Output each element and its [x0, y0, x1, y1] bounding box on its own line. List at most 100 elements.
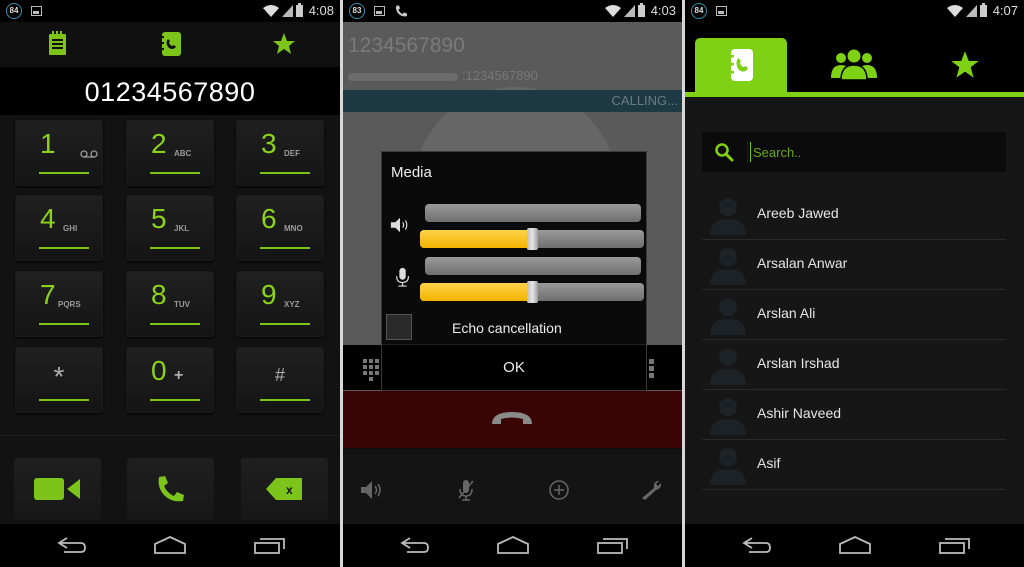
add-call-icon[interactable]	[547, 478, 571, 502]
key-4[interactable]: 4 GHI	[15, 195, 103, 261]
speaker-icon[interactable]	[359, 478, 383, 502]
home-icon[interactable]	[496, 534, 530, 556]
key-letters: +	[174, 367, 184, 384]
ok-button[interactable]: OK	[382, 344, 646, 390]
notification-badge: 84	[691, 3, 707, 19]
recent-apps-icon[interactable]	[253, 534, 287, 556]
voicemail-icon	[80, 150, 98, 158]
in-call-screen: 83 4:03 1234567890 :1234567890 CALLING..…	[343, 0, 682, 567]
key-6[interactable]: 6 MNO	[236, 195, 324, 261]
contact-avatar-icon	[710, 448, 746, 485]
key-1[interactable]: 1	[15, 120, 103, 186]
key-hash[interactable]: #	[236, 347, 324, 413]
key-letters: GHI	[63, 224, 78, 233]
slider-fill	[420, 283, 532, 301]
call-button[interactable]	[127, 458, 214, 520]
backspace-button[interactable]: x	[241, 458, 328, 520]
speaker-level-meter	[425, 204, 641, 222]
key-letters: XYZ	[284, 300, 300, 309]
settings-wrench-icon[interactable]	[640, 478, 664, 502]
contact-list-item[interactable]: Ashir Naveed	[702, 390, 1006, 440]
keypad: 1 2 ABC 3 DEF 4 GHI 5 JKL 6 MNO 7 PQRS 8…	[0, 115, 340, 435]
key-3[interactable]: 3 DEF	[236, 120, 324, 186]
key-digit: 7	[40, 279, 56, 310]
video-call-button[interactable]	[14, 458, 101, 520]
key-9[interactable]: 9 XYZ	[236, 271, 324, 337]
contact-list-item[interactable]: Areeb Jawed	[702, 190, 1006, 240]
mute-mic-icon[interactable]	[454, 478, 478, 502]
key-symbol: #	[274, 365, 285, 385]
key-2[interactable]: 2 ABC	[126, 120, 214, 186]
search-bar	[702, 132, 1006, 172]
favorites-star-icon[interactable]	[949, 49, 981, 81]
svg-text:x: x	[286, 483, 293, 497]
dialed-number-display[interactable]: 01234567890	[0, 67, 340, 115]
key-digit: 6	[261, 203, 277, 234]
key-8[interactable]: 8 TUV	[126, 271, 214, 337]
search-icon[interactable]	[714, 142, 734, 162]
wifi-icon	[604, 4, 621, 17]
call-icon	[158, 476, 184, 502]
key-star[interactable]: *	[15, 347, 103, 413]
key-7[interactable]: 7 PQRS	[15, 271, 103, 337]
contacts-screen: 84 4:07 Search.. Areeb Jawed Arsalan Anw…	[685, 0, 1024, 567]
notification-badge: 83	[349, 3, 365, 19]
contact-list-item[interactable]: Arslan Ali	[702, 290, 1006, 340]
overflow-menu-icon[interactable]	[649, 359, 655, 379]
call-log-icon[interactable]	[44, 30, 72, 58]
wifi-icon	[262, 4, 279, 17]
signal-icon	[965, 4, 977, 17]
contact-list-item[interactable]: Arslan Irshad	[702, 340, 1006, 390]
ongoing-call-icon	[395, 5, 408, 17]
home-icon[interactable]	[153, 534, 187, 556]
dialpad-icon[interactable]	[363, 359, 381, 381]
key-digit: 0	[151, 355, 167, 386]
mic-volume-slider[interactable]	[420, 281, 644, 303]
key-5[interactable]: 5 JKL	[126, 195, 214, 261]
key-underline	[260, 172, 310, 174]
key-0[interactable]: 0 +	[126, 347, 214, 413]
echo-cancellation-checkbox[interactable]	[386, 314, 412, 340]
echo-cancellation-label: Echo cancellation	[452, 320, 562, 336]
key-symbol: *	[53, 361, 65, 392]
caller-sub-label: :1234567890	[348, 68, 538, 83]
search-input[interactable]	[750, 142, 990, 162]
slider-thumb[interactable]	[527, 228, 538, 250]
media-volume-dialog: Media Echo cancellation OK	[381, 151, 647, 391]
key-underline	[260, 399, 310, 401]
key-underline	[260, 323, 310, 325]
key-letters: MNO	[284, 224, 303, 233]
mic-level-meter	[425, 257, 641, 275]
contacts-book-icon[interactable]	[157, 30, 185, 58]
key-digit: 5	[151, 203, 167, 234]
status-bar: 83 4:03	[343, 0, 682, 22]
key-digit: 9	[261, 279, 277, 310]
speaker-volume-slider[interactable]	[420, 228, 644, 250]
home-icon[interactable]	[838, 534, 872, 556]
contact-list-item[interactable]: Asif	[702, 440, 1006, 490]
groups-icon[interactable]	[830, 48, 878, 80]
contact-avatar-icon	[710, 398, 746, 435]
contact-list-item[interactable]: Arsalan Anwar	[702, 240, 1006, 290]
wifi-icon	[946, 4, 963, 17]
clock: 4:03	[650, 3, 676, 18]
back-icon[interactable]	[398, 534, 432, 556]
key-underline	[39, 247, 89, 249]
backspace-icon: x	[266, 478, 302, 500]
back-icon[interactable]	[740, 534, 774, 556]
star-icon[interactable]	[270, 30, 298, 58]
battery-icon	[637, 2, 645, 17]
back-icon[interactable]	[55, 534, 89, 556]
key-letters: PQRS	[58, 300, 81, 309]
key-letters: ABC	[174, 149, 192, 158]
slider-thumb[interactable]	[527, 281, 538, 303]
contact-avatar-icon	[710, 298, 746, 335]
dialer-screen: 84 4:08 01234567890 1 2 ABC 3 DEF 4 GHI …	[0, 0, 340, 567]
tab-contacts[interactable]	[695, 38, 787, 92]
key-digit: 2	[151, 128, 167, 159]
recent-apps-icon[interactable]	[596, 534, 630, 556]
battery-icon	[979, 2, 987, 17]
end-call-button[interactable]	[343, 391, 682, 448]
recent-apps-icon[interactable]	[938, 534, 972, 556]
key-underline	[260, 247, 310, 249]
